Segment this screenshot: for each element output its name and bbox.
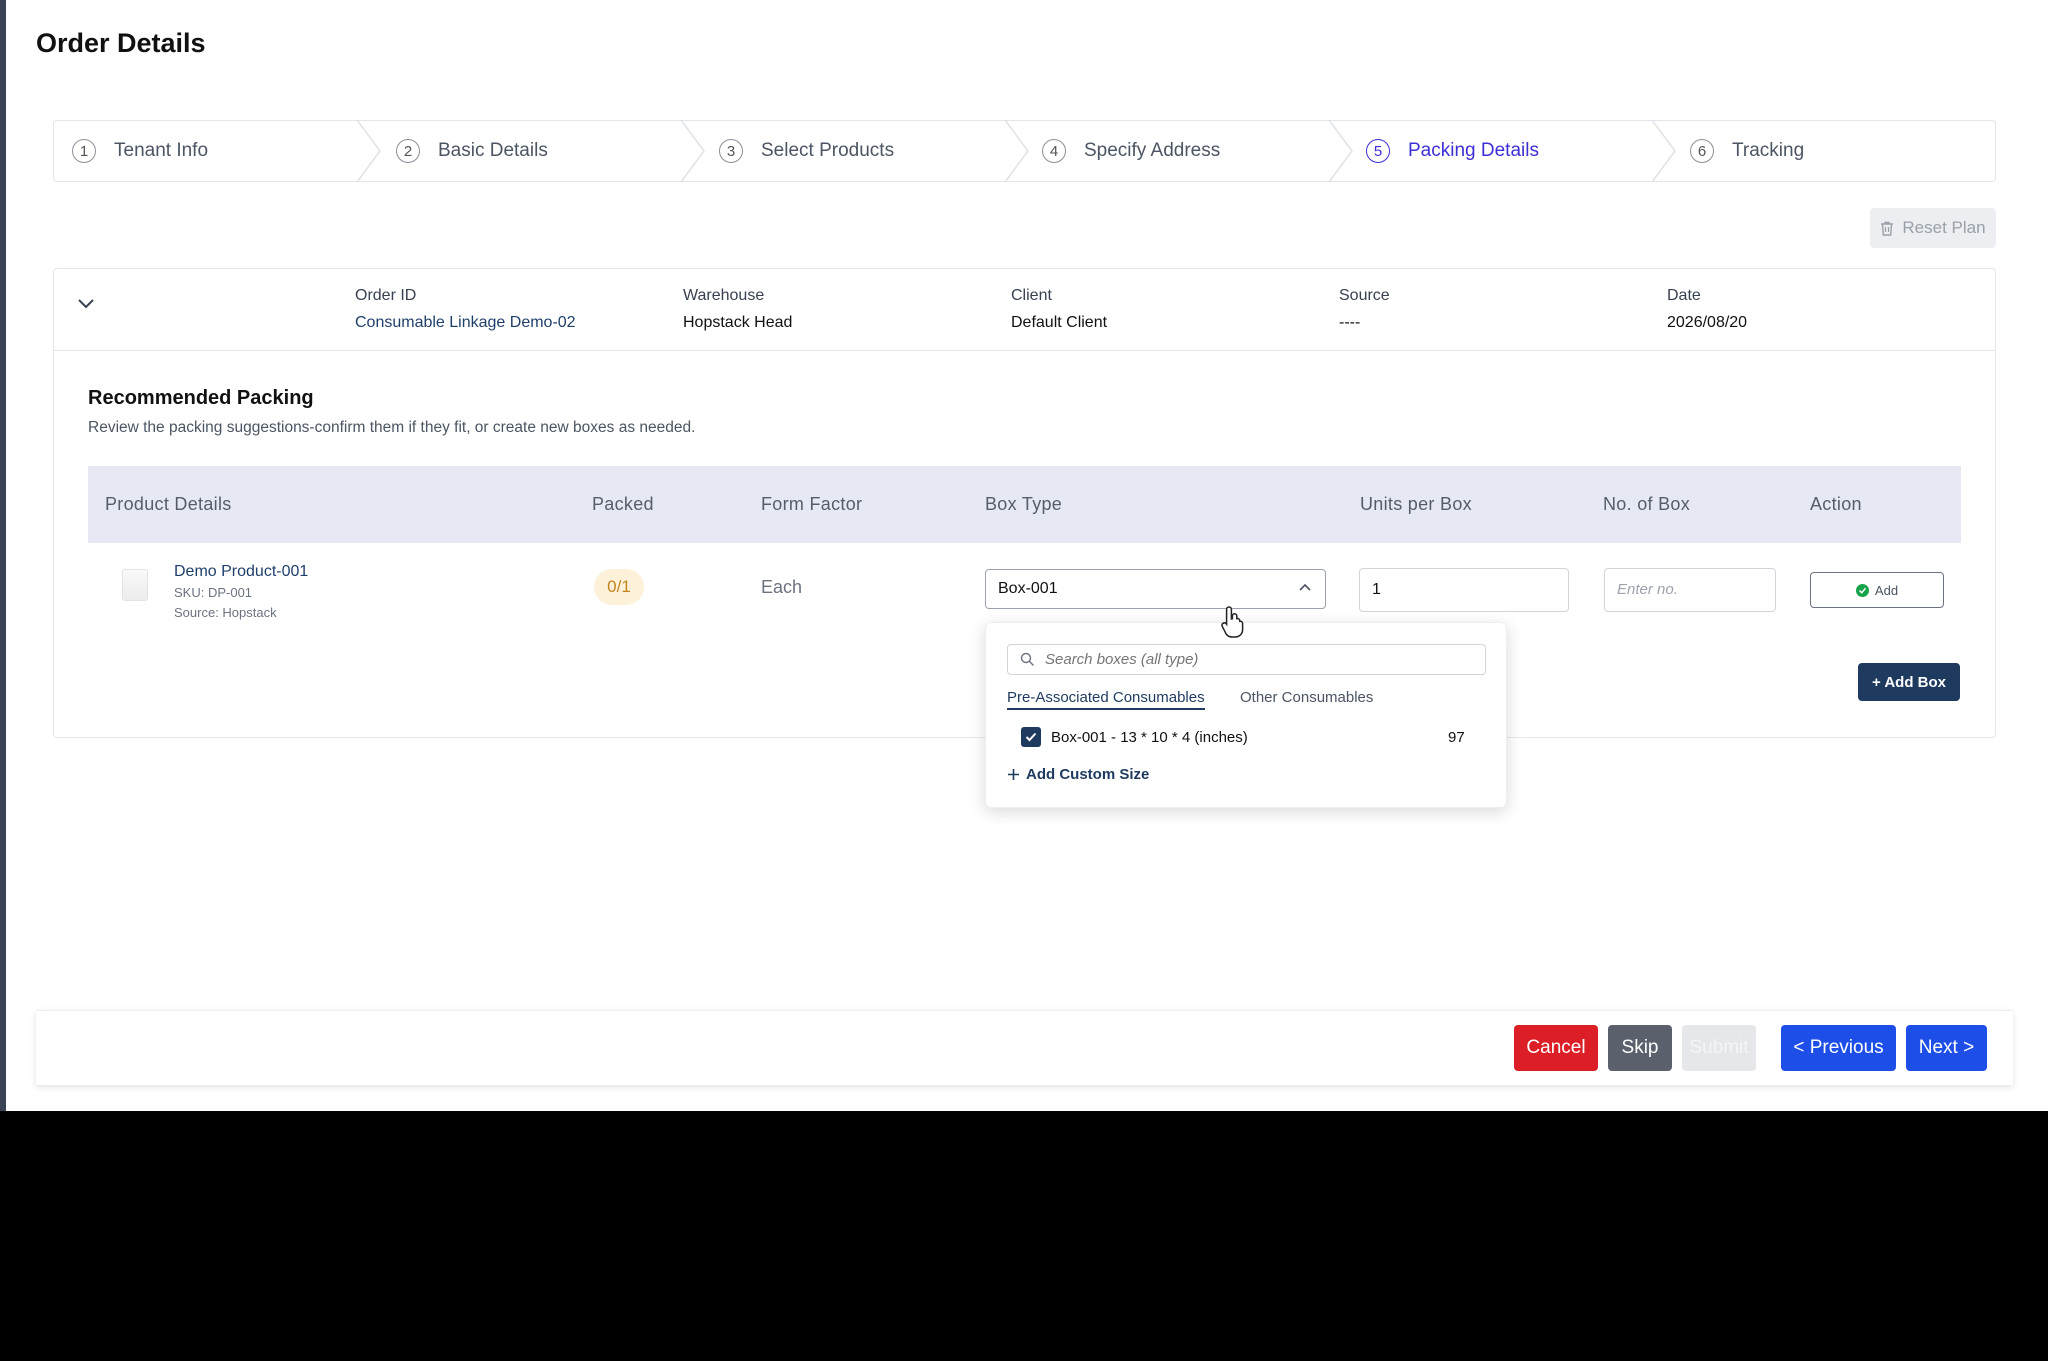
add-custom-size-button[interactable]: Add Custom Size <box>1007 766 1149 783</box>
recommended-packing-title: Recommended Packing <box>88 387 314 409</box>
stepper: 1 Tenant Info 2 Basic Details 3 Select P… <box>53 120 1996 182</box>
step-label: Tenant Info <box>114 140 209 161</box>
submit-button[interactable]: Submit <box>1682 1025 1756 1071</box>
step-number: 2 <box>396 139 420 163</box>
box-option[interactable]: Box-001 - 13 * 10 * 4 (inches) <box>1021 727 1248 747</box>
hand-cursor-icon <box>1221 606 1244 638</box>
add-button-label: Add <box>1874 582 1899 598</box>
reset-plan-label: Reset Plan <box>1902 218 1986 237</box>
step-label: Select Products <box>761 140 895 161</box>
step-packing-details[interactable]: 5 Packing Details <box>1366 121 1539 181</box>
warehouse-value: Hopstack Head <box>683 314 793 331</box>
step-separator <box>356 120 381 182</box>
form-factor-value: Each <box>761 577 803 597</box>
check-circle-icon <box>1855 583 1869 597</box>
step-separator <box>1004 120 1029 182</box>
page-title: Order Details <box>36 28 206 58</box>
footer-actions: Cancel Skip Submit < Previous Next > <box>36 1010 2013 1085</box>
product-name[interactable]: Demo Product-001 <box>174 563 308 581</box>
column-header: Action <box>1810 494 1862 514</box>
warehouse-label: Warehouse <box>683 287 765 304</box>
column-header: No. of Box <box>1603 494 1691 514</box>
step-basic-details[interactable]: 2 Basic Details <box>396 121 548 181</box>
source-label: Source <box>1339 287 1390 304</box>
step-tracking[interactable]: 6 Tracking <box>1690 121 1804 181</box>
product-thumbnail <box>122 569 148 601</box>
reset-plan-button[interactable]: Reset Plan <box>1870 208 1996 248</box>
box-search-field[interactable] <box>1007 644 1486 675</box>
search-icon <box>1020 652 1034 666</box>
box-type-select[interactable]: Box-001 <box>985 569 1326 609</box>
column-header: Box Type <box>985 494 1063 514</box>
step-separator <box>680 120 705 182</box>
order-id-value[interactable]: Consumable Linkage Demo-02 <box>355 314 576 332</box>
client-field: Client Default Client <box>1011 287 1107 332</box>
step-specify-address[interactable]: 4 Specify Address <box>1042 121 1220 181</box>
column-header: Form Factor <box>761 494 863 514</box>
previous-button[interactable]: < Previous <box>1781 1025 1896 1071</box>
date-field: Date 2026/08/20 <box>1667 287 1747 332</box>
cancel-button[interactable]: Cancel <box>1514 1025 1598 1071</box>
step-separator <box>1651 120 1676 182</box>
tab-pre-associated-consumables[interactable]: Pre-Associated Consumables <box>1007 689 1205 710</box>
plus-icon <box>1008 769 1019 780</box>
source-value: ---- <box>1339 314 1361 331</box>
add-custom-size-label: Add Custom Size <box>1026 766 1150 783</box>
product-source: Source: Hopstack <box>174 605 277 620</box>
step-tenant-info[interactable]: 1 Tenant Info <box>72 121 208 181</box>
date-value: 2026/08/20 <box>1667 314 1748 331</box>
source-field: Source ---- <box>1339 287 1390 332</box>
skip-button[interactable]: Skip <box>1608 1025 1672 1071</box>
order-id-field: Order ID Consumable Linkage Demo-02 <box>355 287 576 332</box>
step-number: 1 <box>72 139 96 163</box>
step-number: 6 <box>1690 139 1714 163</box>
step-number: 5 <box>1366 139 1390 163</box>
step-label: Tracking <box>1732 140 1805 161</box>
box-option-count: 97 <box>1448 729 1465 746</box>
page: Order Details 1 Tenant Info 2 Basic Deta… <box>0 0 2048 1111</box>
client-label: Client <box>1011 287 1052 304</box>
recommended-packing-subtitle: Review the packing suggestions-confirm t… <box>88 419 696 436</box>
chevron-down-icon[interactable] <box>78 299 94 309</box>
step-label: Packing Details <box>1408 140 1539 161</box>
step-number: 4 <box>1042 139 1066 163</box>
warehouse-field: Warehouse Hopstack Head <box>683 287 792 332</box>
step-number: 3 <box>719 139 743 163</box>
add-button[interactable]: Add <box>1810 572 1944 608</box>
order-summary-header: Order ID Consumable Linkage Demo-02 Ware… <box>54 269 1995 351</box>
date-label: Date <box>1667 287 1701 304</box>
checkbox-checked-icon[interactable] <box>1021 727 1041 747</box>
client-value: Default Client <box>1011 314 1108 331</box>
box-type-value: Box-001 <box>998 580 1058 597</box>
step-label: Basic Details <box>438 140 548 161</box>
box-option-label: Box-001 - 13 * 10 * 4 (inches) <box>1051 728 1248 746</box>
column-header: Units per Box <box>1360 494 1472 514</box>
step-select-products[interactable]: 3 Select Products <box>719 121 894 181</box>
packed-badge: 0/1 <box>594 569 644 605</box>
no-of-box-input[interactable]: Enter no. <box>1604 568 1776 612</box>
box-type-dropdown: Pre-Associated Consumables Other Consuma… <box>985 622 1507 808</box>
step-label: Specify Address <box>1084 140 1221 161</box>
box-search-input[interactable] <box>1045 651 1465 668</box>
order-id-label: Order ID <box>355 287 417 304</box>
column-header: Product Details <box>105 494 232 514</box>
table-header: Product Details Packed Form Factor Box T… <box>88 466 1961 543</box>
column-header: Packed <box>592 494 654 514</box>
trash-icon <box>1881 221 1894 236</box>
units-per-box-input[interactable]: 1 <box>1359 568 1569 612</box>
step-separator <box>1328 120 1353 182</box>
chevron-up-icon <box>1299 583 1311 591</box>
next-button[interactable]: Next > <box>1906 1025 1987 1071</box>
add-box-button[interactable]: + Add Box <box>1858 663 1960 701</box>
tab-other-consumables[interactable]: Other Consumables <box>1240 689 1373 706</box>
product-sku: SKU: DP-001 <box>174 585 253 600</box>
